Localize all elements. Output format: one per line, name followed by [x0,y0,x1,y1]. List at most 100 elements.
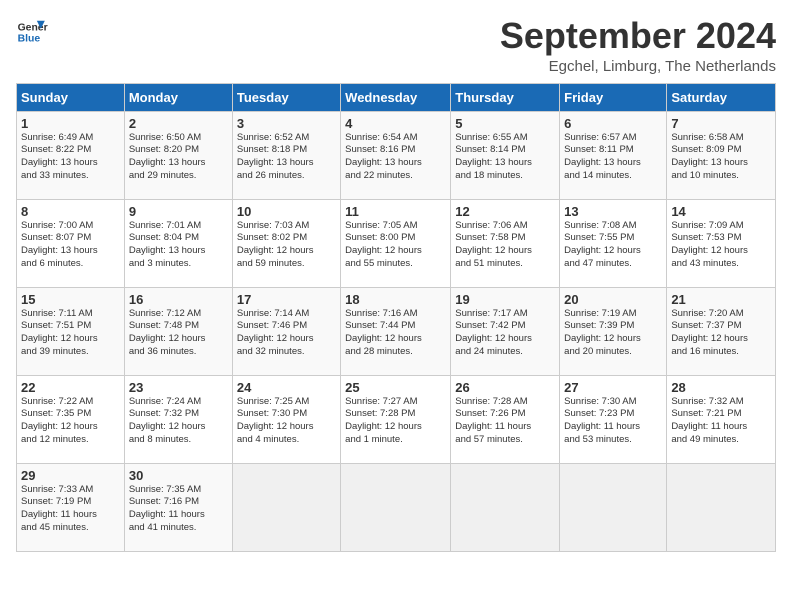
day-number: 1 [21,116,120,131]
day-info: Sunrise: 7:00 AM Sunset: 8:07 PM Dayligh… [21,220,120,271]
day-header-thursday: Thursday [451,83,560,111]
day-info: Sunrise: 7:33 AM Sunset: 7:19 PM Dayligh… [21,484,120,535]
calendar-cell [667,463,776,551]
calendar-cell: 18Sunrise: 7:16 AM Sunset: 7:44 PM Dayli… [341,287,451,375]
calendar-cell: 16Sunrise: 7:12 AM Sunset: 7:48 PM Dayli… [124,287,232,375]
day-info: Sunrise: 7:19 AM Sunset: 7:39 PM Dayligh… [564,308,662,359]
day-info: Sunrise: 7:05 AM Sunset: 8:00 PM Dayligh… [345,220,446,271]
day-info: Sunrise: 6:57 AM Sunset: 8:11 PM Dayligh… [564,132,662,183]
day-info: Sunrise: 6:49 AM Sunset: 8:22 PM Dayligh… [21,132,120,183]
day-number: 24 [237,380,336,395]
day-info: Sunrise: 6:58 AM Sunset: 8:09 PM Dayligh… [671,132,771,183]
day-number: 23 [129,380,228,395]
calendar-cell: 17Sunrise: 7:14 AM Sunset: 7:46 PM Dayli… [232,287,340,375]
day-number: 29 [21,468,120,483]
calendar-cell: 11Sunrise: 7:05 AM Sunset: 8:00 PM Dayli… [341,199,451,287]
day-number: 19 [455,292,555,307]
day-number: 28 [671,380,771,395]
calendar-cell: 19Sunrise: 7:17 AM Sunset: 7:42 PM Dayli… [451,287,560,375]
day-info: Sunrise: 7:09 AM Sunset: 7:53 PM Dayligh… [671,220,771,271]
day-info: Sunrise: 7:27 AM Sunset: 7:28 PM Dayligh… [345,396,446,447]
calendar-cell: 13Sunrise: 7:08 AM Sunset: 7:55 PM Dayli… [560,199,667,287]
calendar-cell: 7Sunrise: 6:58 AM Sunset: 8:09 PM Daylig… [667,111,776,199]
day-number: 9 [129,204,228,219]
calendar-cell: 28Sunrise: 7:32 AM Sunset: 7:21 PM Dayli… [667,375,776,463]
calendar-cell: 26Sunrise: 7:28 AM Sunset: 7:26 PM Dayli… [451,375,560,463]
title-block: September 2024 Egchel, Limburg, The Neth… [500,16,776,75]
day-header-saturday: Saturday [667,83,776,111]
calendar-cell: 29Sunrise: 7:33 AM Sunset: 7:19 PM Dayli… [17,463,125,551]
day-info: Sunrise: 7:11 AM Sunset: 7:51 PM Dayligh… [21,308,120,359]
calendar-cell: 15Sunrise: 7:11 AM Sunset: 7:51 PM Dayli… [17,287,125,375]
day-number: 16 [129,292,228,307]
calendar-cell: 1Sunrise: 6:49 AM Sunset: 8:22 PM Daylig… [17,111,125,199]
day-info: Sunrise: 7:14 AM Sunset: 7:46 PM Dayligh… [237,308,336,359]
calendar-table: SundayMondayTuesdayWednesdayThursdayFrid… [16,83,776,552]
day-info: Sunrise: 7:35 AM Sunset: 7:16 PM Dayligh… [129,484,228,535]
calendar-cell: 25Sunrise: 7:27 AM Sunset: 7:28 PM Dayli… [341,375,451,463]
day-info: Sunrise: 7:06 AM Sunset: 7:58 PM Dayligh… [455,220,555,271]
day-info: Sunrise: 6:55 AM Sunset: 8:14 PM Dayligh… [455,132,555,183]
month-title: September 2024 [500,16,776,56]
day-header-sunday: Sunday [17,83,125,111]
day-header-wednesday: Wednesday [341,83,451,111]
day-number: 5 [455,116,555,131]
day-info: Sunrise: 7:24 AM Sunset: 7:32 PM Dayligh… [129,396,228,447]
day-number: 26 [455,380,555,395]
day-info: Sunrise: 7:22 AM Sunset: 7:35 PM Dayligh… [21,396,120,447]
day-number: 6 [564,116,662,131]
day-info: Sunrise: 7:03 AM Sunset: 8:02 PM Dayligh… [237,220,336,271]
calendar-cell: 5Sunrise: 6:55 AM Sunset: 8:14 PM Daylig… [451,111,560,199]
day-info: Sunrise: 7:30 AM Sunset: 7:23 PM Dayligh… [564,396,662,447]
day-info: Sunrise: 7:25 AM Sunset: 7:30 PM Dayligh… [237,396,336,447]
day-number: 15 [21,292,120,307]
day-number: 14 [671,204,771,219]
calendar-cell: 6Sunrise: 6:57 AM Sunset: 8:11 PM Daylig… [560,111,667,199]
day-number: 27 [564,380,662,395]
day-number: 22 [21,380,120,395]
calendar-cell: 12Sunrise: 7:06 AM Sunset: 7:58 PM Dayli… [451,199,560,287]
day-number: 25 [345,380,446,395]
calendar-cell: 2Sunrise: 6:50 AM Sunset: 8:20 PM Daylig… [124,111,232,199]
svg-text:Blue: Blue [18,34,41,45]
day-number: 7 [671,116,771,131]
day-header-monday: Monday [124,83,232,111]
calendar-cell: 3Sunrise: 6:52 AM Sunset: 8:18 PM Daylig… [232,111,340,199]
day-header-tuesday: Tuesday [232,83,340,111]
calendar-cell [560,463,667,551]
day-info: Sunrise: 7:08 AM Sunset: 7:55 PM Dayligh… [564,220,662,271]
day-header-friday: Friday [560,83,667,111]
calendar-cell: 24Sunrise: 7:25 AM Sunset: 7:30 PM Dayli… [232,375,340,463]
day-number: 13 [564,204,662,219]
calendar-cell: 9Sunrise: 7:01 AM Sunset: 8:04 PM Daylig… [124,199,232,287]
day-info: Sunrise: 7:32 AM Sunset: 7:21 PM Dayligh… [671,396,771,447]
calendar-cell: 8Sunrise: 7:00 AM Sunset: 8:07 PM Daylig… [17,199,125,287]
calendar-cell: 21Sunrise: 7:20 AM Sunset: 7:37 PM Dayli… [667,287,776,375]
calendar-cell [232,463,340,551]
day-info: Sunrise: 6:52 AM Sunset: 8:18 PM Dayligh… [237,132,336,183]
day-number: 10 [237,204,336,219]
day-info: Sunrise: 7:28 AM Sunset: 7:26 PM Dayligh… [455,396,555,447]
day-number: 12 [455,204,555,219]
day-number: 18 [345,292,446,307]
calendar-cell: 22Sunrise: 7:22 AM Sunset: 7:35 PM Dayli… [17,375,125,463]
day-number: 17 [237,292,336,307]
calendar-cell: 30Sunrise: 7:35 AM Sunset: 7:16 PM Dayli… [124,463,232,551]
svg-text:General: General [18,22,48,33]
calendar-cell [341,463,451,551]
calendar-cell: 20Sunrise: 7:19 AM Sunset: 7:39 PM Dayli… [560,287,667,375]
day-number: 8 [21,204,120,219]
calendar-cell: 23Sunrise: 7:24 AM Sunset: 7:32 PM Dayli… [124,375,232,463]
calendar-cell: 10Sunrise: 7:03 AM Sunset: 8:02 PM Dayli… [232,199,340,287]
day-number: 11 [345,204,446,219]
day-number: 2 [129,116,228,131]
day-info: Sunrise: 6:54 AM Sunset: 8:16 PM Dayligh… [345,132,446,183]
location-subtitle: Egchel, Limburg, The Netherlands [500,58,776,75]
day-number: 21 [671,292,771,307]
day-info: Sunrise: 7:01 AM Sunset: 8:04 PM Dayligh… [129,220,228,271]
day-info: Sunrise: 7:12 AM Sunset: 7:48 PM Dayligh… [129,308,228,359]
day-number: 4 [345,116,446,131]
day-number: 3 [237,116,336,131]
calendar-cell: 14Sunrise: 7:09 AM Sunset: 7:53 PM Dayli… [667,199,776,287]
logo: General Blue [16,16,48,48]
